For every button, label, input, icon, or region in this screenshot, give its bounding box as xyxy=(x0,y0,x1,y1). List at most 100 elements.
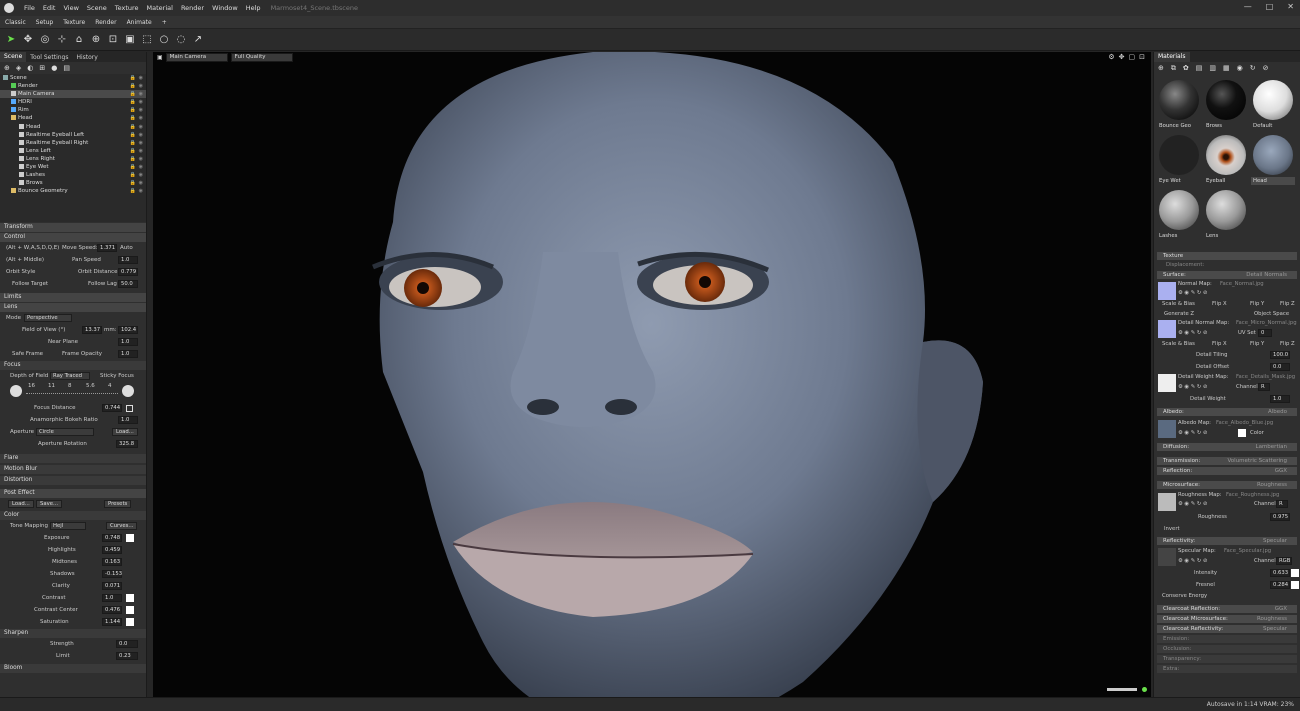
mode-texture[interactable]: Texture xyxy=(58,19,90,26)
visibility-icon[interactable]: ◉ xyxy=(139,98,143,106)
aperture-dropdown[interactable]: Circle xyxy=(36,428,94,436)
tab-scene[interactable]: Scene xyxy=(0,52,27,62)
import-material-icon[interactable]: ▤ xyxy=(1196,64,1203,72)
lock-icon[interactable]: 🔒 xyxy=(130,163,136,171)
visibility-icon[interactable]: ◉ xyxy=(139,90,143,98)
material-tile[interactable]: Lashes xyxy=(1157,188,1201,242)
sphere-select-icon[interactable]: ⊕ xyxy=(89,33,103,47)
roughness-tools[interactable]: ⚙ ◉ ✎ ↻ ⊘ xyxy=(1178,501,1207,507)
menu-file[interactable]: File xyxy=(20,4,39,12)
flip-y-checkbox[interactable]: Flip Y xyxy=(1250,301,1264,307)
detail-normal-file[interactable]: Face_Micro_Normal.jpg xyxy=(1236,320,1297,326)
detail-weight-tools[interactable]: ⚙ ◉ ✎ ↻ ⊘ xyxy=(1178,384,1207,390)
viewport-split-icon[interactable]: ▢ xyxy=(1129,53,1136,61)
minimize-icon[interactable]: — xyxy=(1244,2,1252,11)
lock-icon[interactable]: 🔒 xyxy=(130,90,136,98)
visibility-icon[interactable]: ◉ xyxy=(139,171,143,179)
move-tool-icon[interactable]: ✥ xyxy=(21,33,35,47)
section-color[interactable]: Color xyxy=(0,511,146,520)
detail-tiling-field[interactable]: 100.0 xyxy=(1270,351,1290,359)
tree-item[interactable]: Head 🔒 ◉ xyxy=(0,114,146,122)
section-texture[interactable]: Texture xyxy=(1157,252,1297,260)
paint-select-icon[interactable]: ↗ xyxy=(191,33,205,47)
lock-icon[interactable]: 🔒 xyxy=(130,131,136,139)
displacement-label[interactable]: Displacement: xyxy=(1166,262,1204,268)
visibility-icon[interactable]: ◉ xyxy=(139,155,143,163)
scale-tool-icon[interactable]: ⊹ xyxy=(55,33,69,47)
material-tile[interactable]: Bounce Geo xyxy=(1157,78,1201,132)
lock-icon[interactable]: 🔒 xyxy=(130,123,136,131)
section-albedo[interactable]: Albedo: Albedo xyxy=(1157,408,1297,416)
visibility-icon[interactable]: ◉ xyxy=(139,131,143,139)
material-tile[interactable]: Head xyxy=(1251,133,1295,187)
fresnel-field[interactable]: 0.284 xyxy=(1270,581,1290,589)
color-swatch[interactable] xyxy=(126,618,134,626)
auto-checkbox[interactable]: Auto xyxy=(120,245,133,251)
viewport-move-icon[interactable]: ✥ xyxy=(1119,53,1125,61)
mode-animate[interactable]: Animate xyxy=(122,19,157,26)
frame-opacity-field[interactable]: 1.0 xyxy=(118,350,138,358)
menu-edit[interactable]: Edit xyxy=(39,4,60,12)
roughness-channel-dropdown[interactable]: R xyxy=(1276,500,1288,508)
viewport[interactable]: ▣ Main Camera Full Quality ⚙ ✥ ▢ ⊡ xyxy=(153,52,1151,697)
tree-item[interactable]: Scene 🔒 ◉ xyxy=(0,74,146,82)
tone-mapping-dropdown[interactable]: Hejl xyxy=(50,522,86,530)
tree-item[interactable]: Bounce Geometry 🔒 ◉ xyxy=(0,187,146,195)
section-extra[interactable]: Extra: xyxy=(1157,665,1297,673)
lock-icon[interactable]: 🔒 xyxy=(130,98,136,106)
section-bloom[interactable]: Bloom xyxy=(0,664,146,673)
menu-material[interactable]: Material xyxy=(143,4,177,12)
visibility-icon[interactable]: ◉ xyxy=(139,82,143,90)
rotate-tool-icon[interactable]: ◎ xyxy=(38,33,52,47)
lasso-select-icon[interactable]: ◌ xyxy=(174,33,188,47)
sphere-icon[interactable]: ● xyxy=(51,64,57,72)
post-save-button[interactable]: Save... xyxy=(36,500,63,508)
tree-item[interactable]: Render 🔒 ◉ xyxy=(0,82,146,90)
tree-item[interactable]: Brows 🔒 ◉ xyxy=(0,179,146,187)
presets-button[interactable]: Presets xyxy=(104,500,132,508)
detail-normal-tools[interactable]: ⚙ ◉ ✎ ↻ ⊘ xyxy=(1178,330,1207,336)
lock-icon[interactable]: 🔒 xyxy=(130,171,136,179)
albedo-tools[interactable]: ⚙ ◉ ✎ ↻ ⊘ xyxy=(1178,430,1207,436)
material-tile[interactable]: Default xyxy=(1251,78,1295,132)
section-control[interactable]: Control xyxy=(0,233,146,242)
orbit-style-checkbox[interactable]: Orbit Style xyxy=(6,269,35,275)
post-load-button[interactable]: Load... xyxy=(8,500,34,508)
marquee-select-icon[interactable]: ⬚ xyxy=(140,33,154,47)
tree-item[interactable]: HDRI 🔒 ◉ xyxy=(0,98,146,106)
uv-set-dropdown[interactable]: 0 xyxy=(1258,329,1272,337)
section-surface-value[interactable]: Detail Normals xyxy=(1246,271,1287,279)
albedo-thumb[interactable] xyxy=(1158,420,1176,438)
section-reflectivity[interactable]: Reflectivity: Specular xyxy=(1157,537,1297,545)
highlights-field[interactable]: 0.459 xyxy=(102,546,122,554)
tree-item[interactable]: Lens Left 🔒 ◉ xyxy=(0,147,146,155)
color-swatch[interactable] xyxy=(126,594,134,602)
mode-classic[interactable]: Classic xyxy=(0,19,31,26)
section-sharpen[interactable]: Sharpen xyxy=(0,629,146,638)
section-diffusion[interactable]: Diffusion: Lambertian xyxy=(1157,443,1297,451)
section-transparency[interactable]: Transparency: xyxy=(1157,655,1297,663)
lock-icon[interactable]: 🔒 xyxy=(130,114,136,122)
tree-item[interactable]: Realtime Eyeball Left 🔒 ◉ xyxy=(0,131,146,139)
invert-checkbox[interactable]: Invert xyxy=(1164,526,1180,532)
section-limits[interactable]: Limits xyxy=(0,293,146,302)
shadows-field[interactable]: -0.153 xyxy=(102,570,122,578)
mode-setup[interactable]: Setup xyxy=(31,19,58,26)
pan-speed-field[interactable]: 1.0 xyxy=(118,256,138,264)
visibility-icon[interactable]: ◉ xyxy=(139,114,143,122)
bokeh-ratio-field[interactable]: 1.0 xyxy=(118,416,138,424)
viewport-settings-icon[interactable]: ⚙ xyxy=(1108,53,1114,61)
section-cc-reflection[interactable]: Clearcoat Reflection: GGX xyxy=(1157,605,1297,613)
focus-distance-field[interactable]: 0.744 xyxy=(102,404,122,412)
specular-thumb[interactable] xyxy=(1158,548,1176,566)
orbit-distance-field[interactable]: 0.779 xyxy=(118,268,138,276)
normal-map-tools[interactable]: ⚙ ◉ ✎ ↻ ⊘ xyxy=(1178,290,1207,296)
limit-field[interactable]: 0.23 xyxy=(116,652,138,660)
normal-map-thumb[interactable] xyxy=(1158,282,1176,300)
section-occlusion[interactable]: Occlusion: xyxy=(1157,645,1297,653)
aperture-rotation-field[interactable]: 325.8 xyxy=(116,440,138,448)
material-tile[interactable]: Lens xyxy=(1204,188,1248,242)
flip-x-checkbox[interactable]: Flip X xyxy=(1212,301,1227,307)
scale-bias-checkbox[interactable]: Scale & Bias xyxy=(1162,301,1195,307)
viewport-menu-icon[interactable]: ▣ xyxy=(157,54,163,61)
